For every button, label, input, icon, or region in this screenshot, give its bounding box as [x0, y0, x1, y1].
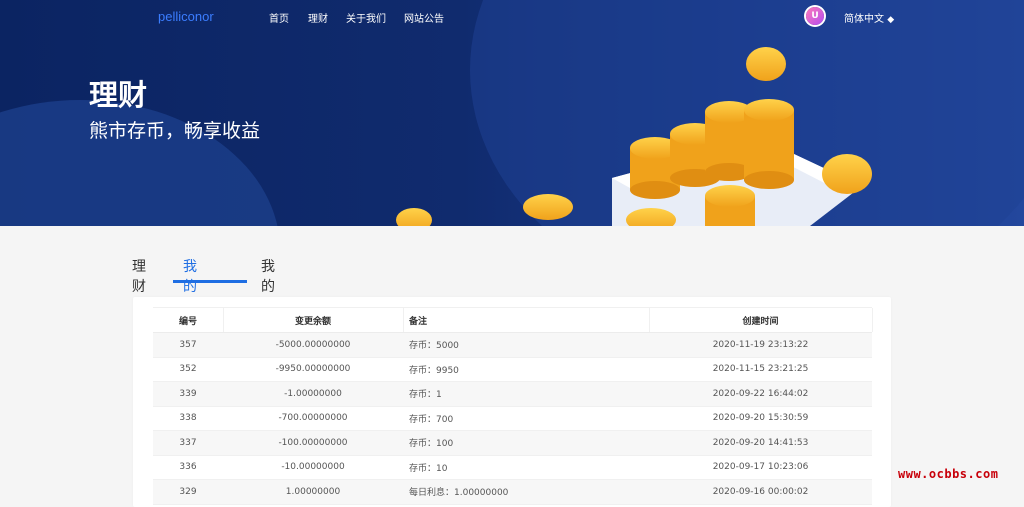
table-row: 338 -700.00000000 存币：700 2020-09-20 15:30:5… [153, 407, 872, 431]
row-balance-change: -10.00000000 [281, 462, 345, 473]
row-remark: 每日利息：1.00000000 [409, 488, 509, 499]
language-selector[interactable]: 简体中文 ◆ [844, 10, 894, 25]
row-id: 338 [179, 413, 197, 424]
row-balance-change: -100.00000000 [278, 437, 348, 448]
top-navbar: pelliconor 首页 理财 关于我们 网站公告 U 简体中文 ◆ [0, 0, 1024, 34]
row-id: 336 [179, 462, 197, 473]
nav-item-about[interactable]: 关于我们 [346, 10, 386, 25]
active-tab-indicator [173, 280, 247, 283]
language-label: 简体中文 [844, 14, 884, 25]
row-id: 339 [179, 388, 197, 399]
language-icon: ◆ [887, 15, 895, 25]
row-remark: 存币：5000 [409, 341, 459, 352]
nav-item-home[interactable]: 首页 [269, 10, 289, 25]
row-balance-change: -700.00000000 [278, 413, 348, 424]
table-row: 339 -1.00000000 存币：1 2020-09-22 16:44:02 [153, 382, 872, 407]
site-logo[interactable]: pelliconor [158, 9, 214, 24]
table-body: 357 -5000.00000000 存币：5000 2020-11-19 23:13… [153, 333, 872, 505]
row-balance-change: 1.00000000 [285, 486, 341, 497]
row-balance-change: -1.00000000 [284, 388, 342, 399]
avatar[interactable]: U [806, 7, 824, 25]
row-remark: 存币：700 [409, 414, 454, 425]
row-created-time: 2020-09-20 15:30:59 [712, 413, 809, 424]
tab-finance[interactable]: 理财 [132, 256, 146, 296]
row-id: 352 [179, 364, 197, 375]
hero-title: 理财 [89, 78, 148, 112]
row-remark: 存币：10 [409, 463, 448, 474]
row-created-time: 2020-11-19 23:13:22 [712, 339, 809, 350]
row-balance-change: -5000.00000000 [275, 339, 351, 350]
row-created-time: 2020-09-17 10:23:06 [712, 462, 809, 473]
table-row: 352 -9950.00000000 存币：9950 2020-11-15 23:21… [153, 358, 872, 382]
row-balance-change: -9950.00000000 [275, 364, 351, 375]
records-card: 编号 变更余额 备注 创建时间 357 -5000.00000000 存币：5000… [133, 297, 891, 507]
table-header: 编号 变更余额 备注 创建时间 [153, 307, 873, 333]
table-row: 329 1.00000000 每日利息：1.00000000 2020-09-16 0… [153, 480, 872, 505]
row-id: 357 [179, 339, 197, 350]
table-row: 357 -5000.00000000 存币：5000 2020-11-19 23:13… [153, 333, 872, 358]
row-created-time: 2020-09-16 00:00:02 [712, 486, 809, 497]
nav-item-announcements[interactable]: 网站公告 [404, 10, 444, 25]
header-created-time: 创建时间 [649, 308, 873, 332]
row-id: 329 [179, 486, 197, 497]
row-remark: 存币：1 [409, 390, 442, 401]
hero-subtitle: 熊市存币，畅享收益 [89, 120, 261, 142]
header-id: 编号 [153, 308, 224, 332]
header-balance-change: 变更余额 [223, 308, 404, 332]
table-row: 337 -100.00000000 存币：100 2020-09-20 14:41:5… [153, 431, 872, 456]
nav-item-finance[interactable]: 理财 [308, 10, 328, 25]
records-table: 编号 变更余额 备注 创建时间 357 -5000.00000000 存币：5000… [153, 307, 873, 505]
header-remark: 备注 [403, 308, 650, 332]
row-remark: 存币：100 [409, 439, 454, 450]
row-id: 337 [179, 437, 197, 448]
watermark: www.ocbbs.com [898, 467, 999, 481]
table-row: 336 -10.00000000 存币：10 2020-09-17 10:23:06 [153, 456, 872, 480]
row-created-time: 2020-11-15 23:21:25 [712, 364, 809, 375]
hero-banner: pelliconor 首页 理财 关于我们 网站公告 U 简体中文 ◆ 理财 熊… [0, 0, 1024, 226]
row-created-time: 2020-09-22 16:44:02 [712, 388, 809, 399]
row-created-time: 2020-09-20 14:41:53 [712, 437, 809, 448]
row-remark: 存币：9950 [409, 365, 459, 376]
